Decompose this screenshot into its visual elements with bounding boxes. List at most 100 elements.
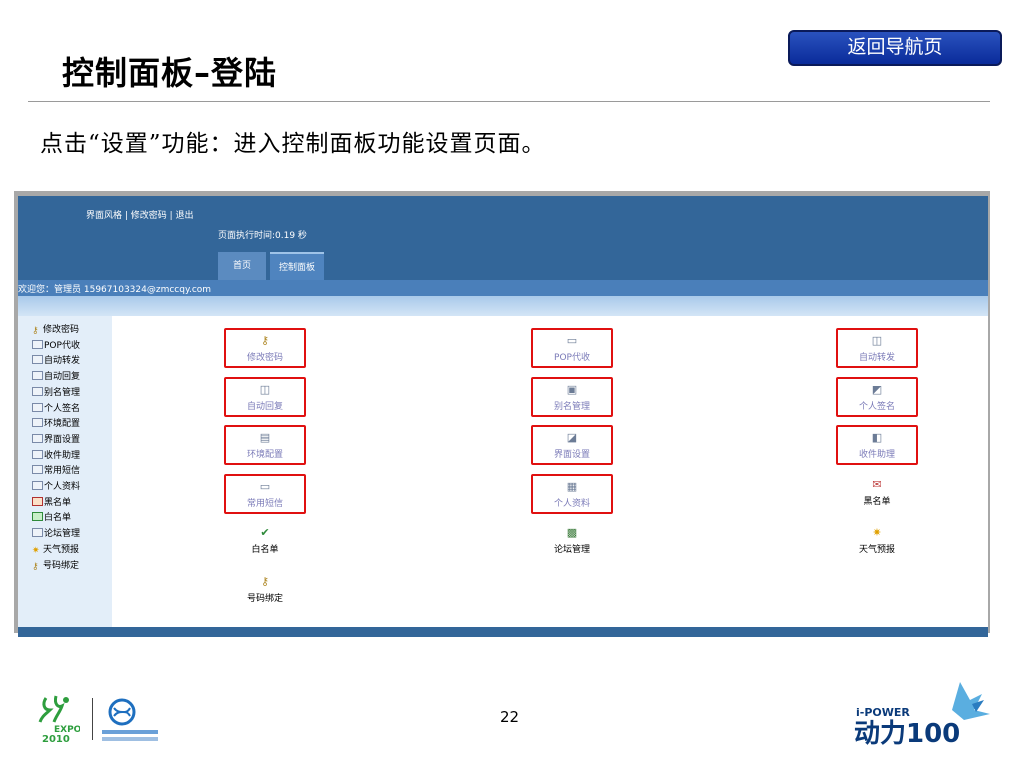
sidebar-item-label: 个人资料 <box>44 482 81 492</box>
settings-item[interactable]: ▭ POP代收 <box>531 328 613 368</box>
settings-item[interactable]: ▩ 论坛管理 <box>531 522 613 562</box>
settings-item-label: 常用短信 <box>246 498 283 509</box>
settings-item[interactable]: ▣ 别名管理 <box>531 376 613 417</box>
welcome-text: 欢迎您：管理员 15967103324@zmccqy.com <box>18 285 212 295</box>
key-icon: ⚷ <box>260 334 270 347</box>
svg-text:2010: 2010 <box>42 734 70 745</box>
sidebar-item[interactable]: POP代收 <box>32 338 80 351</box>
sidebar-item-label: 收件助理 <box>44 450 81 461</box>
alias-icon: ▣ <box>566 382 578 396</box>
sidebar-item-label: POP代收 <box>44 340 80 351</box>
settings-item[interactable]: ▤ 环境配置 <box>224 425 306 465</box>
settings-item[interactable]: ▭ 常用短信 <box>224 473 306 514</box>
sidebar-item-label: 自动转发 <box>44 356 81 367</box>
sidebar-item-label: 黑名单 <box>44 497 72 508</box>
sidebar-item[interactable]: 收件助理 <box>32 448 80 461</box>
sidebar-item[interactable]: ✷ 天气预报 <box>32 542 80 556</box>
settings-item[interactable]: ◫ 自动回复 <box>224 376 306 417</box>
sidebar-item[interactable]: 个人资料 <box>32 479 80 492</box>
settings-item-label: 论坛管理 <box>553 545 590 555</box>
environment-icon <box>32 418 43 428</box>
settings-item[interactable]: ◧ 收件助理 <box>836 425 918 465</box>
blacklist-icon: ✉ <box>872 477 882 491</box>
reply-icon: ◫ <box>259 382 271 396</box>
sidebar-item[interactable]: 常用短信 <box>32 463 80 476</box>
svg-text:i-POWER: i-POWER <box>856 706 910 719</box>
sidebar-item[interactable]: 黑名单 <box>32 495 71 508</box>
sidebar-item-label: 号码绑定 <box>43 560 80 571</box>
settings-item[interactable]: ◩ 个人签名 <box>836 376 918 417</box>
settings-item-label: 界面设置 <box>553 450 590 460</box>
settings-item-label: 号码绑定 <box>246 593 283 604</box>
settings-item[interactable]: ✔ 白名单 <box>224 522 306 562</box>
china-mobile-logo <box>102 698 158 741</box>
expo-2010-logo: EXPO 2010 <box>38 695 80 745</box>
weather-icon: ✷ <box>872 526 882 539</box>
top-links[interactable]: 界面风格 | 修改密码 | 退出 <box>86 208 194 221</box>
sidebar-item[interactable]: 自动转发 <box>32 353 80 366</box>
mail-header: 界面风格 | 修改密码 | 退出 页面执行时间:0.19 秒 首页 控制面板 <box>18 196 988 280</box>
sidebar-item[interactable]: 个人签名 <box>32 401 80 414</box>
slide-title: 控制面板–登陆 <box>62 54 278 92</box>
forward-icon <box>32 355 43 365</box>
whitelist-icon: ✔ <box>260 526 270 539</box>
sidebar: ⚷ 修改密码 POP代收 自动转发 自动回复 别名管理 个人签名 环境配置 界面设置 收件助理 常用… <box>18 316 112 627</box>
tab-home[interactable]: 首页 <box>218 252 266 280</box>
settings-item-label: 自动转发 <box>858 353 895 363</box>
number-binding-icon: ⚷ <box>32 561 39 572</box>
sidebar-item-label: 白名单 <box>44 513 72 524</box>
sidebar-item-label: 常用短信 <box>44 466 81 477</box>
settings-item-label: 白名单 <box>251 545 279 555</box>
sidebar-item[interactable]: 别名管理 <box>32 385 80 398</box>
sidebar-item[interactable]: ⚷ 号码绑定 <box>32 558 80 572</box>
instruction-text: 点击“设置”功能：进入控制面板功能设置页面。 <box>40 131 546 157</box>
weather-icon: ✷ <box>32 545 40 556</box>
ipower-dongli100-logo: i-POWER 动力100 <box>854 682 990 749</box>
settings-item-label: POP代收 <box>554 353 590 363</box>
inbox-assistant-icon <box>32 449 43 459</box>
profile-icon <box>32 481 43 490</box>
sidebar-item[interactable]: 白名单 <box>32 510 71 523</box>
logo-divider <box>92 698 93 740</box>
sms-icon: ▭ <box>259 479 271 493</box>
pop-icon: ▭ <box>566 334 578 347</box>
settings-item-label: 收件助理 <box>858 450 895 460</box>
sidebar-item-label: 天气预报 <box>43 544 80 555</box>
interface-icon: ◪ <box>566 431 578 444</box>
sidebar-item-label: 论坛管理 <box>44 529 81 540</box>
sidebar-item[interactable]: 环境配置 <box>32 416 80 429</box>
interface-icon <box>32 433 43 443</box>
number-binding-icon: ⚷ <box>260 574 270 588</box>
tab-control-panel[interactable]: 控制面板 <box>270 252 324 280</box>
back-to-navigation-button[interactable]: 返回导航页 <box>788 30 1002 66</box>
settings-item-label: 别名管理 <box>553 401 590 412</box>
sms-icon <box>32 465 43 475</box>
settings-item[interactable]: ▦ 个人资料 <box>531 473 613 514</box>
pop-icon <box>32 339 43 349</box>
forum-icon: ▩ <box>566 526 578 539</box>
sidebar-item-label: 修改密码 <box>43 325 80 335</box>
sidebar-item[interactable]: ⚷ 修改密码 <box>32 322 80 336</box>
settings-item[interactable]: ⚷ 号码绑定 <box>224 571 306 611</box>
settings-item-label: 天气预报 <box>858 545 895 555</box>
svg-text:动力100: 动力100 <box>854 719 960 749</box>
sidebar-item-label: 个人签名 <box>44 403 81 414</box>
settings-item-label: 个人资料 <box>553 498 590 509</box>
page-number: 22 <box>500 708 520 726</box>
settings-item-label: 环境配置 <box>246 450 283 460</box>
execution-time: 页面执行时间:0.19 秒 <box>218 231 307 241</box>
settings-item[interactable]: ◫ 自动转发 <box>836 328 918 368</box>
settings-item[interactable]: ◪ 界面设置 <box>531 425 613 465</box>
settings-item[interactable]: ⚷ 修改密码 <box>224 328 306 368</box>
settings-item[interactable]: ✷ 天气预报 <box>836 522 918 562</box>
signature-icon: ◩ <box>871 382 883 396</box>
sidebar-item[interactable]: 自动回复 <box>32 369 80 382</box>
settings-item[interactable]: ✉ 黑名单 <box>836 474 918 514</box>
forum-icon <box>32 528 43 538</box>
sidebar-item[interactable]: 论坛管理 <box>32 526 80 539</box>
sidebar-item-label: 别名管理 <box>44 387 81 398</box>
sidebar-item[interactable]: 界面设置 <box>32 432 80 445</box>
blacklist-icon <box>32 496 43 506</box>
sidebar-item-label: 界面设置 <box>44 434 81 445</box>
environment-icon: ▤ <box>259 431 271 444</box>
